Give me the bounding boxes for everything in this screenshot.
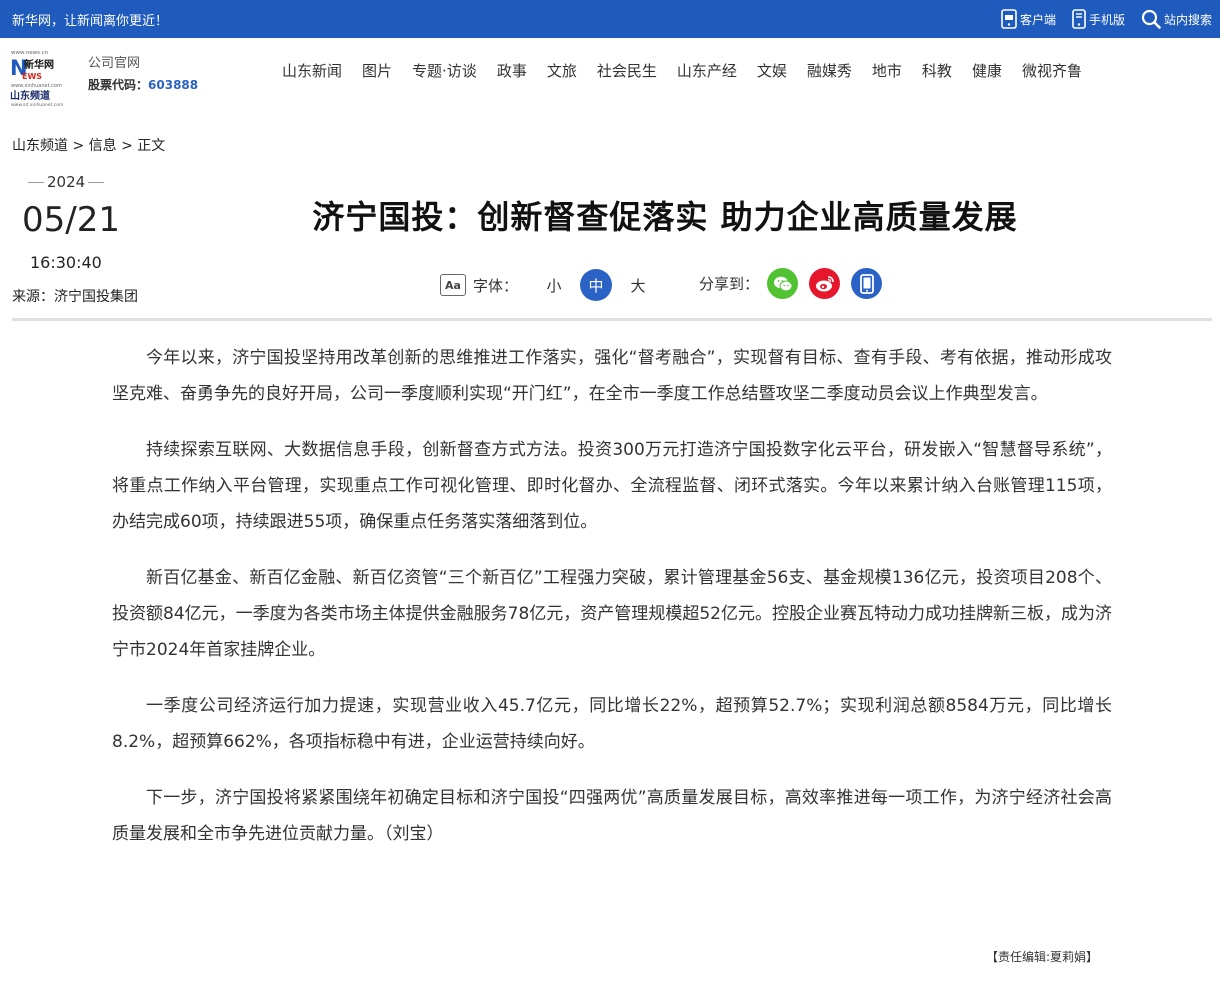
nav-item-pictures[interactable]: 图片 xyxy=(362,60,392,81)
publish-year: 2024 xyxy=(28,173,105,191)
nav-item-topics[interactable]: 专题·访谈 xyxy=(412,60,477,81)
svg-text:EWS: EWS xyxy=(22,72,42,81)
font-size-control: Aa 字体： 小 中 大 xyxy=(440,269,664,301)
nav-item-culture-tourism[interactable]: 文旅 xyxy=(547,60,577,81)
year-text: 2024 xyxy=(47,173,86,191)
client-app-label: 客户端 xyxy=(1019,12,1056,27)
client-app-link[interactable]: 客户端 xyxy=(1001,9,1056,29)
year-divider-right xyxy=(88,181,105,183)
mobile-icon xyxy=(1072,9,1086,29)
nav-item-politics[interactable]: 政事 xyxy=(497,60,527,81)
article-paragraph: 新百亿基金、新百亿金融、新百亿资管“三个新百亿”工程强力突破，累计管理基金56支… xyxy=(112,568,1112,660)
nav-item-cities[interactable]: 地市 xyxy=(872,60,902,81)
share-wechat-button[interactable] xyxy=(767,268,799,299)
nav-item-health[interactable]: 健康 xyxy=(972,60,1002,81)
article-paragraph: 今年以来，济宁国投坚持用改革创新的思维推进工作落实，强化“督考融合”，实现督有目… xyxy=(112,348,1112,404)
mobile-version-link[interactable]: 手机版 xyxy=(1072,9,1125,29)
font-size-large-button[interactable]: 大 xyxy=(622,269,654,301)
official-site-link[interactable]: 公司官网 xyxy=(88,52,140,71)
breadcrumb-current: 正文 xyxy=(137,138,166,154)
svg-text:www.sd.xinhuanet.com: www.sd.xinhuanet.com xyxy=(11,102,63,108)
nav-item-sci-edu[interactable]: 科教 xyxy=(922,60,952,81)
publish-date: 05/21 xyxy=(22,200,120,240)
stock-code-label: 股票代码： xyxy=(88,78,149,92)
nav-item-media-show[interactable]: 融媒秀 xyxy=(807,60,852,81)
main-nav: 山东新闻 图片 专题·访谈 政事 文旅 社会民生 山东产经 文娱 融媒秀 地市 … xyxy=(272,60,1092,81)
svg-text:www.xinhuanet.com: www.xinhuanet.com xyxy=(11,83,62,89)
nav-item-livelihood[interactable]: 社会民生 xyxy=(597,60,657,81)
mobile-version-label: 手机版 xyxy=(1088,12,1125,27)
weibo-icon xyxy=(815,275,834,291)
svg-text:新华网: 新华网 xyxy=(24,58,54,71)
share-mobile-button[interactable] xyxy=(851,268,883,299)
share-bar: 分享到： xyxy=(699,268,893,299)
breadcrumb: 山东频道 > 信息 > 正文 xyxy=(12,135,165,155)
stock-code-info: 股票代码：603888 xyxy=(88,76,198,93)
nav-item-entertainment[interactable]: 文娱 xyxy=(757,60,787,81)
stock-code-value[interactable]: 603888 xyxy=(148,78,198,92)
search-icon xyxy=(1141,9,1161,29)
logo-graphic: www.news.cn N 新华网 EWS www.xinhuanet.com … xyxy=(10,50,63,108)
site-search-label: 站内搜索 xyxy=(1163,12,1212,27)
font-size-medium-button[interactable]: 中 xyxy=(580,269,613,301)
mobile-share-icon xyxy=(859,273,874,294)
year-divider-left xyxy=(28,181,44,183)
share-weibo-button[interactable] xyxy=(809,268,841,299)
article-body: 今年以来，济宁国投坚持用改革创新的思维推进工作落实，强化“督考融合”，实现督有目… xyxy=(112,340,1112,872)
site-slogan: 新华网，让新闻离你更近！ xyxy=(12,14,169,29)
nav-item-economy[interactable]: 山东产经 xyxy=(677,60,737,81)
site-search-link[interactable]: 站内搜索 xyxy=(1141,9,1212,29)
breadcrumb-channel[interactable]: 山东频道 xyxy=(12,138,68,154)
breadcrumb-separator: > xyxy=(68,138,89,154)
top-bar: 新华网，让新闻离你更近！ 客户端 手机版 站内搜索 xyxy=(0,0,1220,38)
font-size-label: 字体： xyxy=(473,276,519,295)
article-paragraph: 下一步，济宁国投将紧紧围绕年初确定目标和济宁国投“四强两优”高质量发展目标，高效… xyxy=(112,788,1112,844)
font-size-small-button[interactable]: 小 xyxy=(538,269,570,301)
breadcrumb-separator: > xyxy=(116,138,138,154)
site-header: www.news.cn N 新华网 EWS www.xinhuanet.com … xyxy=(0,38,1220,114)
wechat-icon xyxy=(773,276,793,291)
top-tools: 客户端 手机版 站内搜索 xyxy=(985,0,1212,38)
app-client-icon xyxy=(1001,9,1017,29)
article-paragraph: 持续探索互联网、大数据信息手段，创新督查方式方法。投资300万元打造济宁国投数字… xyxy=(112,440,1112,532)
font-size-icon: Aa xyxy=(440,274,466,296)
xinhuanet-shandong-logo[interactable]: www.news.cn N 新华网 EWS www.xinhuanet.com … xyxy=(10,46,66,108)
nav-item-shandong-news[interactable]: 山东新闻 xyxy=(282,60,342,81)
share-label: 分享到： xyxy=(699,275,760,293)
article-paragraph: 一季度公司经济运行加力提速，实现营业收入45.7亿元，同比增长22%，超预算52… xyxy=(112,696,1112,752)
responsible-editor: 【责任编辑:夏莉娟】 xyxy=(985,950,1098,964)
svg-text:山东频道: 山东频道 xyxy=(10,89,50,102)
header-divider xyxy=(12,318,1212,321)
article-title: 济宁国投：创新督查促落实 助力企业高质量发展 xyxy=(312,198,1018,236)
nav-item-micro-video[interactable]: 微视齐鲁 xyxy=(1022,60,1082,81)
breadcrumb-info[interactable]: 信息 xyxy=(89,138,117,154)
publish-time: 16:30:40 xyxy=(30,253,102,272)
article-source: 来源：济宁国投集团 xyxy=(12,289,138,305)
